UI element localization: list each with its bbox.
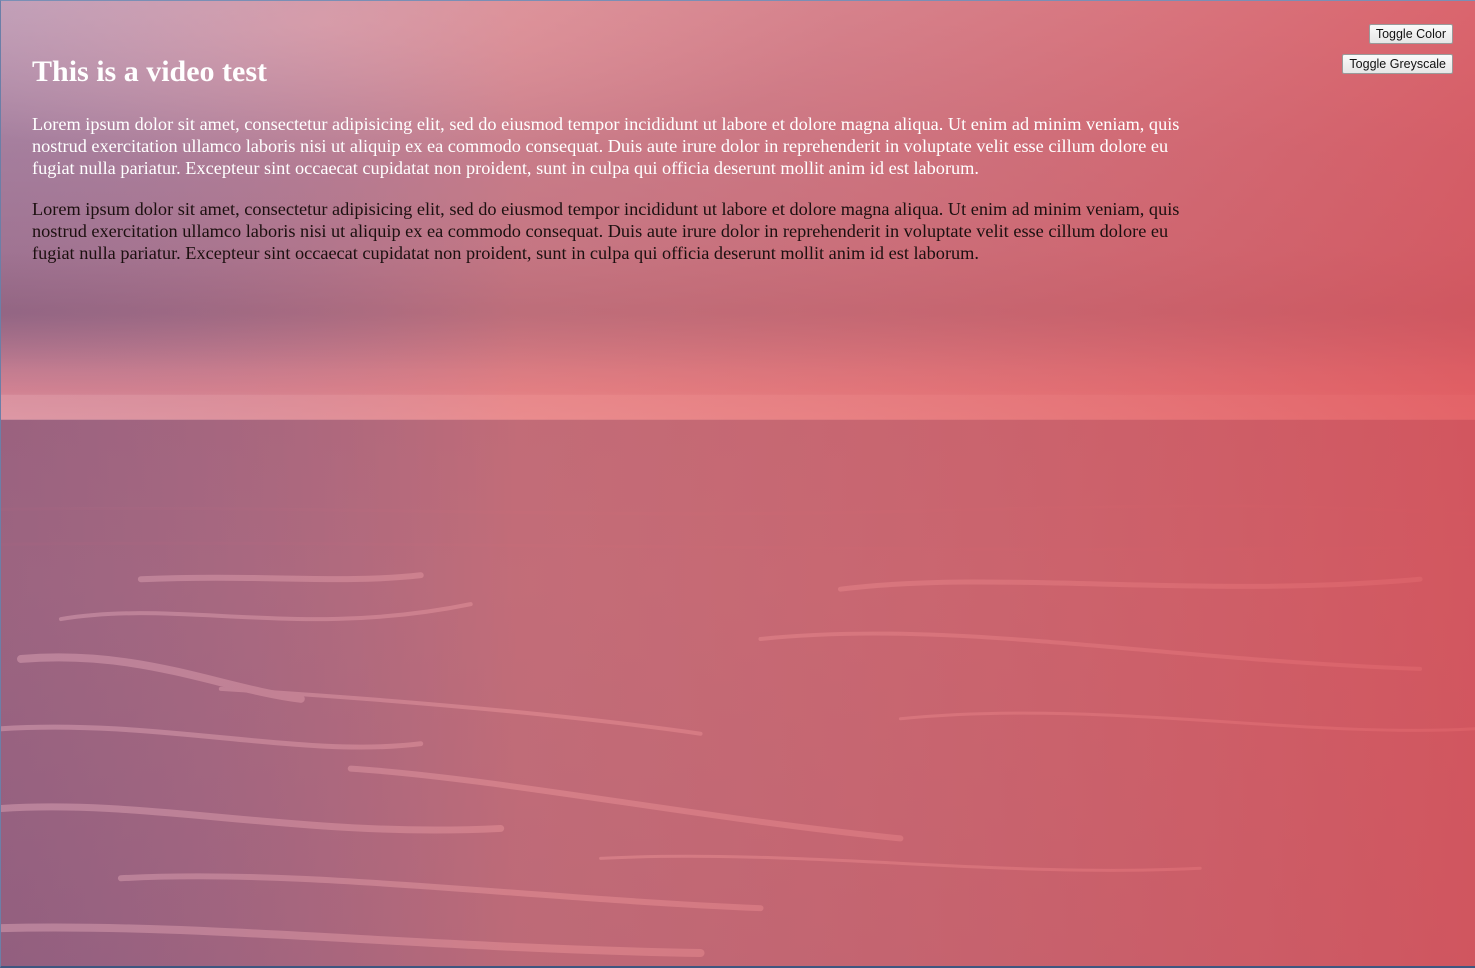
toggle-greyscale-button[interactable]: Toggle Greyscale [1342,54,1453,74]
browser-viewport: This is a video test Lorem ipsum dolor s… [0,0,1475,968]
paragraph-dark: Lorem ipsum dolor sit amet, consectetur … [32,199,1180,263]
page-title: This is a video test [32,55,268,88]
toggle-color-button[interactable]: Toggle Color [1368,24,1453,44]
paragraph-white: Lorem ipsum dolor sit amet, consectetur … [32,114,1180,178]
